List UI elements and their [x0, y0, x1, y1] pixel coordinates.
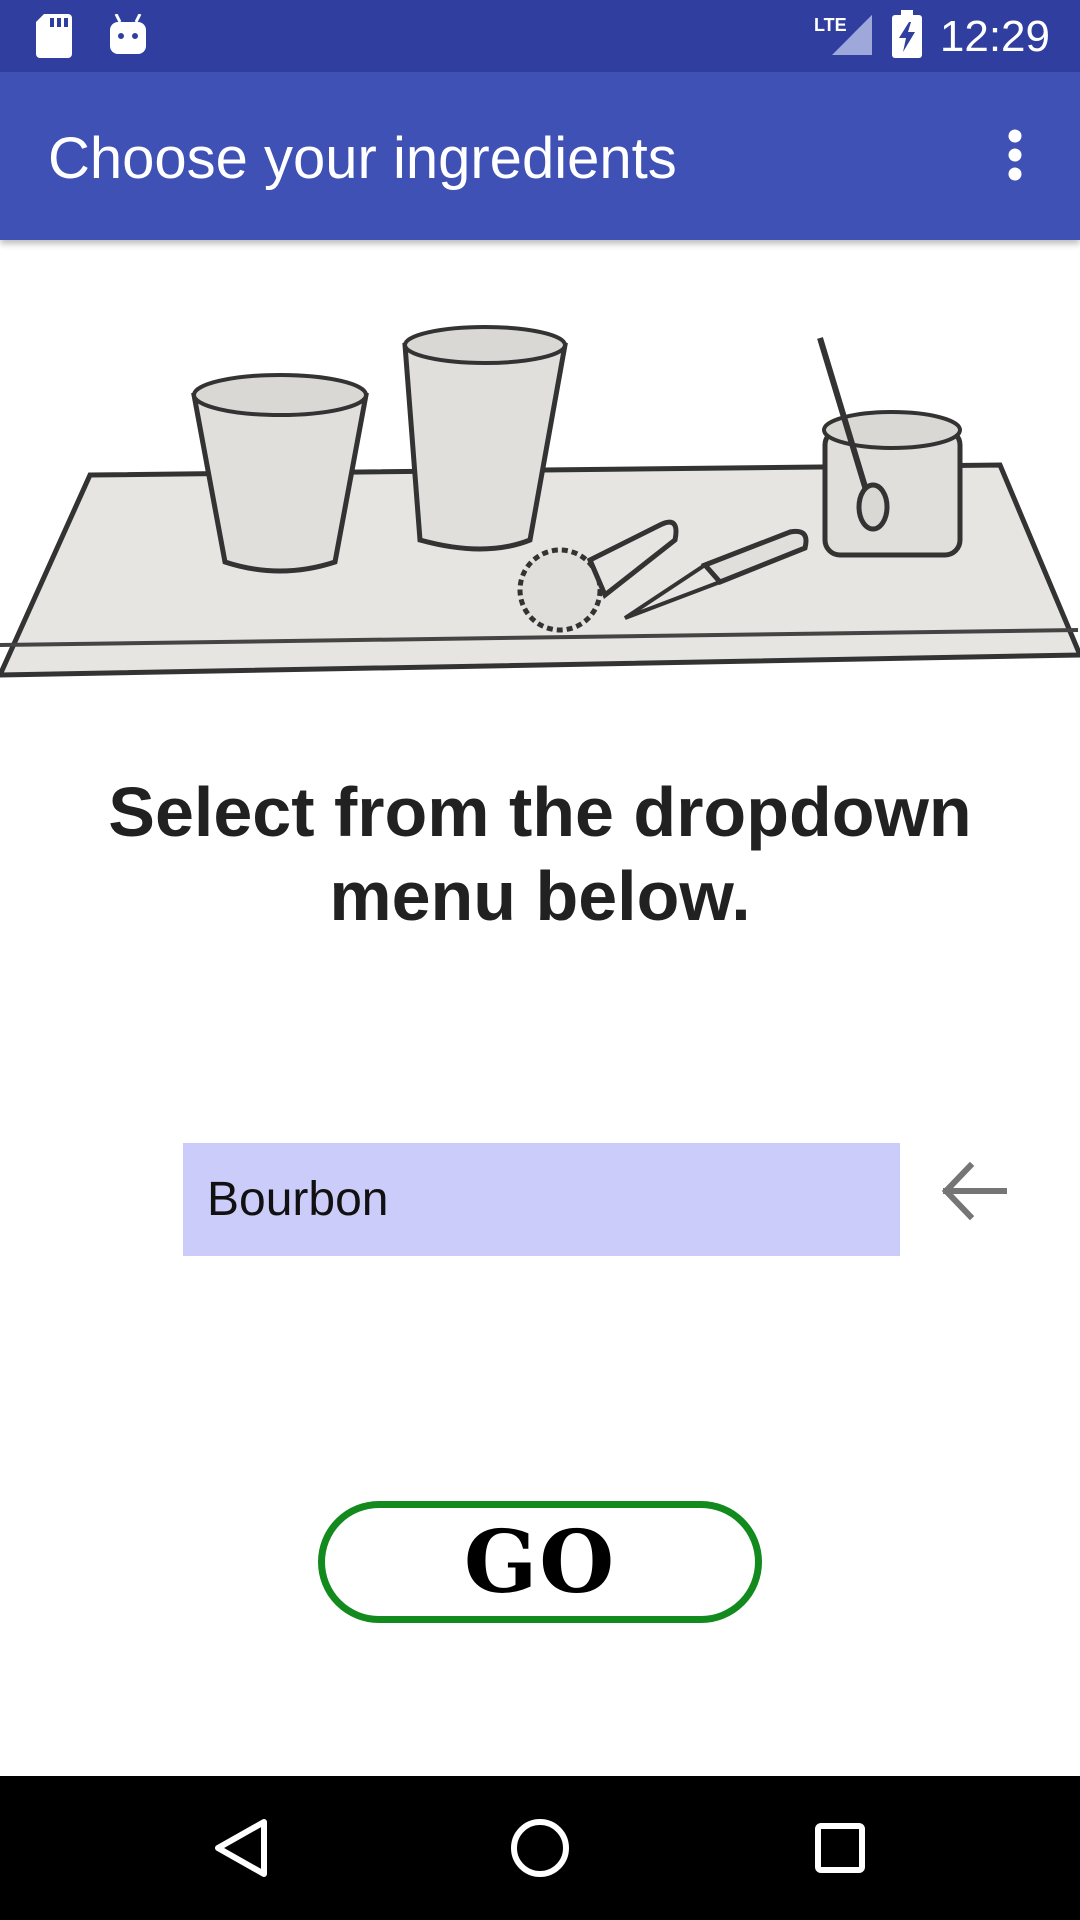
recents-square-icon [804, 1823, 876, 1888]
status-time: 12:29 [939, 11, 1050, 61]
navigation-bar [0, 1776, 1080, 1920]
home-circle-icon [504, 1819, 576, 1888]
more-vertical-icon [1007, 129, 1023, 186]
back-arrow-button[interactable] [938, 1160, 1008, 1222]
android-icon [108, 13, 148, 63]
go-button[interactable]: GO [318, 1501, 762, 1623]
status-bar: LTE 12:29 [0, 0, 1080, 72]
svg-text:LTE: LTE [814, 15, 847, 35]
nav-back-button[interactable] [206, 1812, 278, 1884]
back-triangle-icon [206, 1819, 278, 1888]
overflow-menu-button[interactable] [980, 122, 1050, 192]
instruction-text: Select from the dropdown menu below. [108, 773, 972, 935]
page-title: Choose your ingredients [48, 126, 677, 191]
lte-signal-icon: LTE [814, 11, 874, 62]
dropdown-selected-value: Bourbon [207, 1173, 389, 1226]
ingredient-dropdown[interactable]: Bourbon [183, 1143, 900, 1256]
nav-recents-button[interactable] [804, 1812, 876, 1884]
sd-card-icon [36, 14, 72, 63]
go-button-label: GO [463, 1511, 617, 1613]
nav-home-button[interactable] [504, 1812, 576, 1884]
battery-charging-icon [891, 10, 922, 63]
app-bar: Choose your ingredients [0, 72, 1080, 240]
arrow-left-icon [938, 1161, 1008, 1226]
bar-tools-illustration [0, 300, 1080, 690]
